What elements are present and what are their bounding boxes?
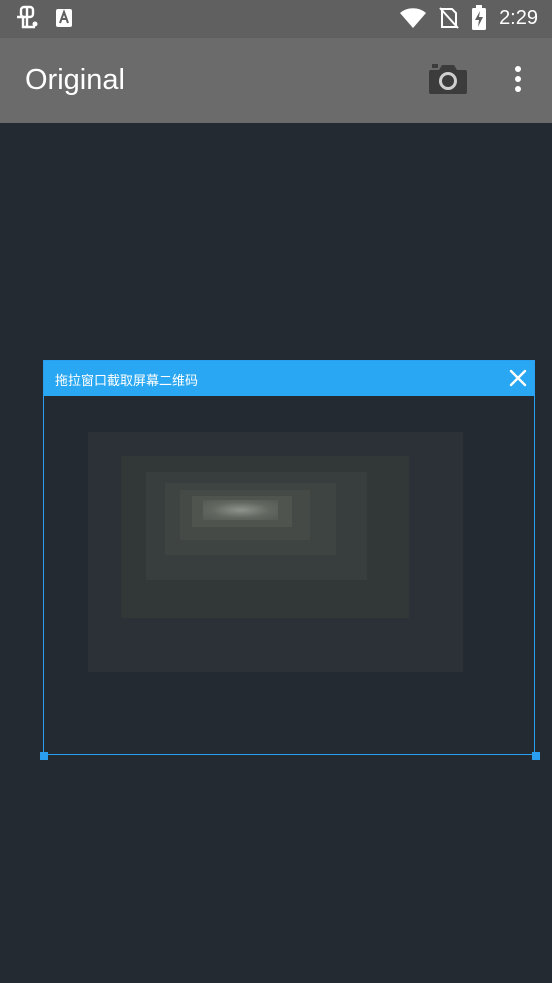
bug-icon <box>17 5 38 29</box>
resize-handle-bottom-left[interactable] <box>40 752 48 760</box>
app-title: Original <box>25 64 125 96</box>
status-bar: 2:29 <box>0 0 552 38</box>
no-sim-icon <box>439 7 459 29</box>
camera-icon <box>429 64 467 94</box>
status-left-icons <box>14 5 74 31</box>
status-time: 2:29 <box>499 6 538 29</box>
text-a-icon <box>56 9 72 27</box>
wifi-icon <box>400 8 427 28</box>
battery-charging-icon <box>472 5 487 30</box>
close-icon <box>509 369 527 387</box>
overflow-menu-button[interactable] <box>505 60 531 100</box>
app-bar: Original <box>0 38 552 123</box>
overflow-menu-icon <box>515 66 521 92</box>
capture-window-header[interactable]: 拖拉窗口截取屏幕二维码 <box>44 361 534 396</box>
close-button[interactable] <box>508 368 528 388</box>
status-right-icons: 2:29 <box>399 5 538 31</box>
camera-button[interactable] <box>427 61 469 97</box>
capture-window[interactable]: 拖拉窗口截取屏幕二维码 <box>43 360 535 755</box>
resize-handle-bottom-right[interactable] <box>532 752 540 760</box>
capture-window-title: 拖拉窗口截取屏幕二维码 <box>55 374 199 389</box>
